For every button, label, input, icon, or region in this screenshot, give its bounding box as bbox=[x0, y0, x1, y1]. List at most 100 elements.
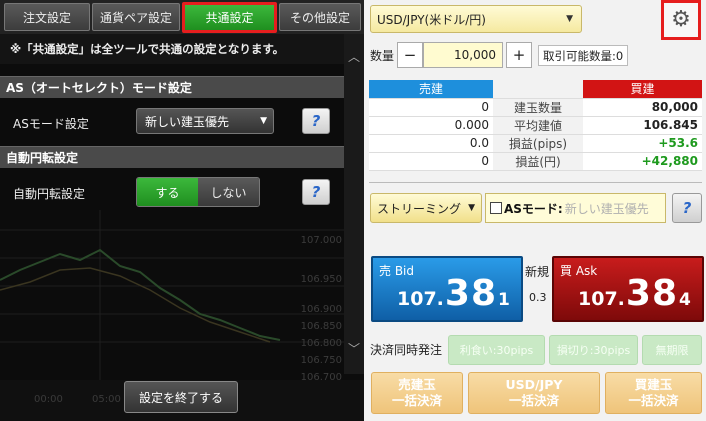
price-tick: 106.750 bbox=[300, 355, 342, 366]
sell-bid-button[interactable]: 売 Bid 107. 38 1 bbox=[371, 256, 523, 322]
position-table: 売建 買建 0 建玉数量 80,000 0.000 平均建値 106.845 0… bbox=[369, 80, 702, 171]
tab-order-settings[interactable]: 注文設定 bbox=[4, 3, 90, 31]
order-panel: USD/JPY(米ドル/円) ▼ ⚙ 数量 − 10,000 + 取引可能数量:… bbox=[364, 0, 706, 421]
close-all-sell-line2: 一括決済 bbox=[391, 393, 442, 408]
close-all-pair-line1: USD/JPY bbox=[505, 377, 563, 393]
buy-pl-yen: +42,880 bbox=[583, 152, 702, 171]
background-chart-line-2 bbox=[0, 267, 271, 343]
buy-position-header: 買建 bbox=[583, 80, 702, 99]
spread-value: 0.3 bbox=[529, 291, 547, 304]
sell-position-header: 売建 bbox=[369, 80, 493, 99]
help-icon: ? bbox=[682, 199, 692, 217]
ask-price-main: 38 bbox=[625, 273, 678, 314]
as-mode-toggle[interactable]: ASモード: 新しい建玉優先 bbox=[485, 193, 666, 223]
bid-price-pip: 1 bbox=[498, 290, 510, 310]
available-quantity: 取引可能数量:0 bbox=[538, 45, 629, 66]
row-label: 建玉数量 bbox=[493, 98, 583, 117]
auto-yen-conversion-label: 自動円転設定 bbox=[13, 187, 86, 201]
tab-other-settings[interactable]: その他設定 bbox=[279, 3, 361, 31]
quantity-label: 数量 bbox=[370, 49, 395, 63]
close-all-buy-button[interactable]: 買建玉 一括決済 bbox=[605, 372, 702, 414]
ask-price: 107. 38 4 bbox=[578, 273, 691, 314]
background-chart-line bbox=[0, 248, 281, 341]
auto-yen-conversion-on[interactable]: する bbox=[137, 178, 198, 206]
buy-pl-pips: +53.6 bbox=[583, 134, 702, 153]
settings-scrollbar[interactable]: ︿ ﹀ bbox=[344, 34, 364, 374]
close-all-buy-line1: 買建玉 bbox=[634, 377, 673, 393]
auto-yen-conversion-section-heading: 自動円転設定 bbox=[0, 146, 344, 168]
help-icon: ? bbox=[311, 183, 321, 201]
new-order-label: 新規 bbox=[525, 265, 550, 279]
close-all-sell-button[interactable]: 売建玉 一括決済 bbox=[371, 372, 463, 414]
as-mode-help-button[interactable]: ? bbox=[302, 108, 330, 134]
as-mode-help-button[interactable]: ? bbox=[672, 193, 702, 223]
buy-ask-button[interactable]: 買 Ask 107. 38 4 bbox=[552, 256, 704, 322]
time-tick: 00:00 bbox=[34, 394, 63, 405]
common-settings-panel: 107.000 106.950 106.900 106.850 106.800 … bbox=[0, 0, 364, 421]
row-label: 平均建値 bbox=[493, 116, 583, 135]
take-profit-button[interactable]: 利食い:30pips bbox=[448, 335, 545, 365]
as-mode-toggle-label: ASモード: bbox=[504, 201, 563, 216]
sell-average-price: 0.000 bbox=[369, 116, 493, 135]
streaming-label: ストリーミング bbox=[377, 201, 462, 216]
tab-common-settings[interactable]: 共通設定 bbox=[182, 2, 277, 33]
table-row: 0.000 平均建値 106.845 bbox=[369, 116, 702, 135]
currency-pair-value: USD/JPY(米ドル/円) bbox=[377, 12, 486, 27]
dropdown-arrow-icon: ▼ bbox=[468, 203, 475, 213]
close-all-pair-line2: 一括決済 bbox=[508, 393, 559, 408]
auto-yen-conversion-off[interactable]: しない bbox=[198, 178, 259, 206]
table-row: 0 建玉数量 80,000 bbox=[369, 98, 702, 117]
end-settings-button[interactable]: 設定を終了する bbox=[124, 381, 238, 413]
common-settings-notice: ※「共通設定」は全ツールで共通の設定となります。 bbox=[0, 34, 344, 64]
expiry-button[interactable]: 無期限 bbox=[642, 335, 702, 365]
help-icon: ? bbox=[311, 112, 321, 130]
stop-loss-button[interactable]: 損切り:30pips bbox=[549, 335, 638, 365]
as-mode-select-value: 新しい建玉優先 bbox=[145, 114, 230, 129]
chevron-up-icon[interactable]: ︿ bbox=[348, 48, 360, 65]
position-table-header: 売建 買建 bbox=[369, 80, 702, 99]
simultaneous-order-label: 決済同時発注 bbox=[370, 343, 443, 357]
as-mode-select[interactable]: 新しい建玉優先 ▼ bbox=[136, 108, 274, 134]
tab-currency-pair-settings[interactable]: 通貨ペア設定 bbox=[92, 3, 180, 31]
quantity-increase-button[interactable]: + bbox=[506, 42, 532, 68]
price-tick: 106.950 bbox=[300, 274, 342, 285]
price-tick: 107.000 bbox=[300, 235, 342, 246]
currency-pair-select[interactable]: USD/JPY(米ドル/円) ▼ bbox=[370, 5, 582, 33]
table-row: 0 損益(円) +42,880 bbox=[369, 152, 702, 171]
as-mode-section-heading: AS（オートセレクト）モード設定 bbox=[0, 76, 344, 98]
close-all-buy-line2: 一括決済 bbox=[628, 393, 679, 408]
sell-pl-pips: 0.0 bbox=[369, 134, 493, 153]
chevron-down-icon[interactable]: ﹀ bbox=[348, 340, 360, 357]
quantity-decrease-button[interactable]: − bbox=[397, 42, 423, 68]
bid-price-prefix: 107. bbox=[397, 288, 444, 310]
time-tick: 05:00 bbox=[92, 394, 121, 405]
ask-price-pip: 4 bbox=[679, 290, 691, 310]
price-tick: 106.850 bbox=[300, 321, 342, 332]
as-mode-toggle-value: 新しい建玉優先 bbox=[564, 201, 649, 216]
buy-quantity: 80,000 bbox=[583, 98, 702, 117]
close-all-pair-button[interactable]: USD/JPY 一括決済 bbox=[468, 372, 600, 414]
auto-yen-conversion-toggle: する しない bbox=[136, 177, 260, 207]
price-tick: 106.900 bbox=[300, 304, 342, 315]
sell-pl-yen: 0 bbox=[369, 152, 493, 171]
row-label: 損益(pips) bbox=[493, 134, 583, 153]
price-tick: 106.800 bbox=[300, 338, 342, 349]
table-row: 0.0 損益(pips) +53.6 bbox=[369, 134, 702, 153]
dropdown-arrow-icon: ▼ bbox=[260, 116, 267, 126]
auto-yen-conversion-help-button[interactable]: ? bbox=[302, 179, 330, 205]
settings-tabs: 注文設定 通貨ペア設定 共通設定 その他設定 bbox=[0, 0, 364, 34]
row-label: 損益(円) bbox=[493, 152, 583, 171]
bid-price: 107. 38 1 bbox=[397, 273, 510, 314]
streaming-select[interactable]: ストリーミング ▼ bbox=[370, 193, 482, 223]
as-mode-checkbox[interactable] bbox=[490, 202, 502, 214]
buy-average-price: 106.845 bbox=[583, 116, 702, 135]
settings-button[interactable]: ⚙ bbox=[661, 0, 701, 40]
ask-price-prefix: 107. bbox=[578, 288, 625, 310]
sell-quantity: 0 bbox=[369, 98, 493, 117]
background-chart bbox=[0, 210, 344, 380]
as-mode-label: ASモード設定 bbox=[13, 117, 89, 131]
divider bbox=[369, 182, 702, 183]
dropdown-arrow-icon: ▼ bbox=[566, 14, 573, 24]
close-all-sell-line1: 売建玉 bbox=[398, 377, 436, 393]
quantity-input[interactable]: 10,000 bbox=[423, 42, 503, 68]
